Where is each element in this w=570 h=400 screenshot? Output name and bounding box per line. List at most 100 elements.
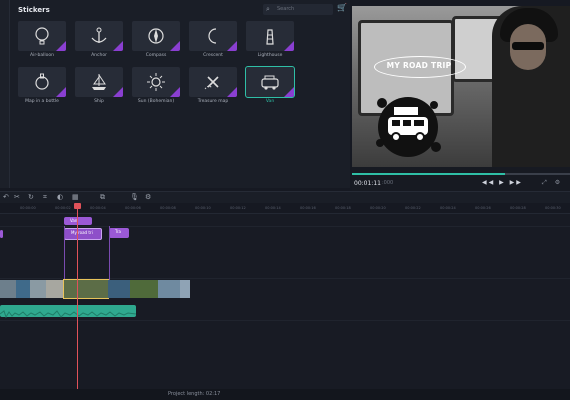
premium-badge: [284, 41, 294, 51]
video-track[interactable]: [0, 279, 190, 299]
copy-icon[interactable]: ⧉: [100, 193, 105, 202]
sticker-tile-air-balloon[interactable]: [18, 21, 66, 51]
redo-icon[interactable]: ↻: [28, 193, 34, 201]
sticker-tile-sun[interactable]: [132, 67, 180, 97]
text-clip-edge[interactable]: [0, 230, 3, 238]
premium-badge: [170, 41, 180, 51]
map-bottle-icon: [35, 73, 49, 90]
sticker-tile-anchor[interactable]: [75, 21, 123, 51]
video-preview[interactable]: MY ROAD TRIP: [352, 6, 570, 167]
color-icon[interactable]: ◐: [57, 193, 63, 201]
ruler-tick: 00:00:10: [195, 206, 211, 210]
current-time: 00:01:11: [354, 180, 381, 187]
status-footer: Project length: 02:17: [0, 389, 570, 400]
sticker-tile-van[interactable]: [245, 66, 295, 98]
sticker-label: Compass: [145, 53, 167, 58]
sticker-tile-crescent[interactable]: [189, 21, 237, 51]
lighthouse-icon: [266, 29, 274, 45]
ruler-tick: 00:00:20: [370, 206, 386, 210]
ship-icon: [92, 74, 106, 90]
panel-title: Stickers: [18, 6, 50, 14]
premium-badge: [113, 41, 123, 51]
sticker-label: Lighthouse: [257, 53, 283, 58]
search-icon: ⌕: [266, 5, 270, 13]
clip-label: My road tri: [71, 230, 93, 235]
ruler-tick: 00:00:14: [265, 206, 281, 210]
sticker-tile-compass[interactable]: [132, 21, 180, 51]
premium-badge: [227, 41, 237, 51]
ruler-tick: 00:00:16: [300, 206, 316, 210]
ruler-tick: 00:00:04: [90, 206, 106, 210]
project-length: Project length: 02:17: [168, 391, 221, 397]
premium-badge: [284, 87, 294, 97]
timeline-ruler[interactable]: 00:00:00 00:00:02 00:00:04 00:00:06 00:00:08…: [0, 203, 570, 214]
playback-bar: 00:01:11 :000 ◀◀ ▶ ▶▶ ⤢ ⚙: [352, 167, 570, 191]
sticker-tile-ship[interactable]: [75, 67, 123, 97]
track-divider: [0, 278, 570, 279]
video-thumbnail: [30, 280, 46, 298]
sticker-label: Sun (Bohemian): [137, 99, 175, 104]
delete-icon[interactable]: ▦: [72, 193, 79, 201]
van-sticker-overlay[interactable]: [372, 91, 444, 161]
playback-controls[interactable]: ◀◀ ▶ ▶▶: [482, 179, 523, 186]
sticker-tile-lighthouse[interactable]: [246, 21, 294, 51]
ruler-tick: 00:00:28: [510, 206, 526, 210]
sticker-label: Air-balloon: [30, 53, 54, 58]
mic-icon[interactable]: 🎙: [130, 193, 139, 201]
video-thumbnail: [180, 280, 190, 298]
sticker-clip[interactable]: Van: [64, 217, 92, 225]
audio-waveform: [0, 310, 137, 319]
sticker-label: Ship: [94, 99, 104, 104]
title-overlay[interactable]: MY ROAD TRIP: [374, 61, 464, 70]
sun-icon: [147, 73, 165, 91]
preview-tools[interactable]: ⤢ ⚙: [542, 179, 563, 187]
ruler-tick: 00:00:26: [475, 206, 491, 210]
sticker-label-selected: Van: [265, 99, 275, 104]
van-icon: [261, 75, 279, 90]
premium-badge: [227, 87, 237, 97]
compass-icon: [148, 28, 164, 44]
left-rail: [0, 0, 10, 188]
ruler-tick: 00:00:30: [545, 206, 561, 210]
ruler-tick: 00:00:08: [160, 206, 176, 210]
ruler-tick: 00:00:12: [230, 206, 246, 210]
track-divider: [0, 320, 570, 321]
search-input[interactable]: ⌕ Search: [263, 4, 333, 15]
ruler-tick: 00:00:02: [55, 206, 71, 210]
air-balloon-icon: [35, 27, 49, 45]
video-thumbnail: [108, 280, 130, 298]
clip-label: Tra: [115, 229, 121, 234]
sticker-label: Anchor: [91, 53, 107, 58]
ruler-tick: 00:00:22: [405, 206, 421, 210]
ruler-tick: 00:00:18: [335, 206, 351, 210]
premium-badge: [56, 41, 66, 51]
progress-fill: [352, 173, 505, 175]
anchor-icon: [91, 27, 107, 43]
audio-track[interactable]: [0, 305, 137, 319]
settings-icon[interactable]: ⚙: [145, 193, 151, 201]
sticker-tile-treasure-map[interactable]: [189, 67, 237, 97]
text-clip[interactable]: My road tri: [64, 228, 102, 240]
ruler-tick: 00:00:06: [125, 206, 141, 210]
video-thumbnail: [0, 280, 16, 298]
ruler-tick: 00:00:00: [20, 206, 36, 210]
premium-badge: [56, 87, 66, 97]
total-time: :000: [382, 180, 394, 186]
stickers-panel: Stickers ⌕ Search 🛒 Air-balloon Anchor C…: [10, 0, 350, 188]
timeline-tracks[interactable]: Van My road tri Tra: [0, 214, 570, 389]
sticker-label: Map in a bottle: [25, 99, 59, 104]
undo-icon[interactable]: ↶: [3, 193, 9, 201]
cart-icon[interactable]: 🛒: [337, 3, 347, 12]
video-thumbnail: [158, 280, 180, 298]
playhead[interactable]: [77, 203, 78, 389]
sunglasses: [512, 42, 544, 50]
crop-icon[interactable]: ⌗: [43, 193, 47, 202]
text-clip[interactable]: Tra: [109, 228, 129, 238]
sticker-label: Crescent: [203, 53, 223, 58]
sticker-tile-map-in-a-bottle[interactable]: [18, 67, 66, 97]
playhead-handle[interactable]: [74, 203, 81, 209]
cut-icon[interactable]: ✂: [14, 193, 20, 201]
crescent-icon: [208, 28, 217, 44]
track-divider: [0, 226, 570, 227]
premium-badge: [113, 87, 123, 97]
